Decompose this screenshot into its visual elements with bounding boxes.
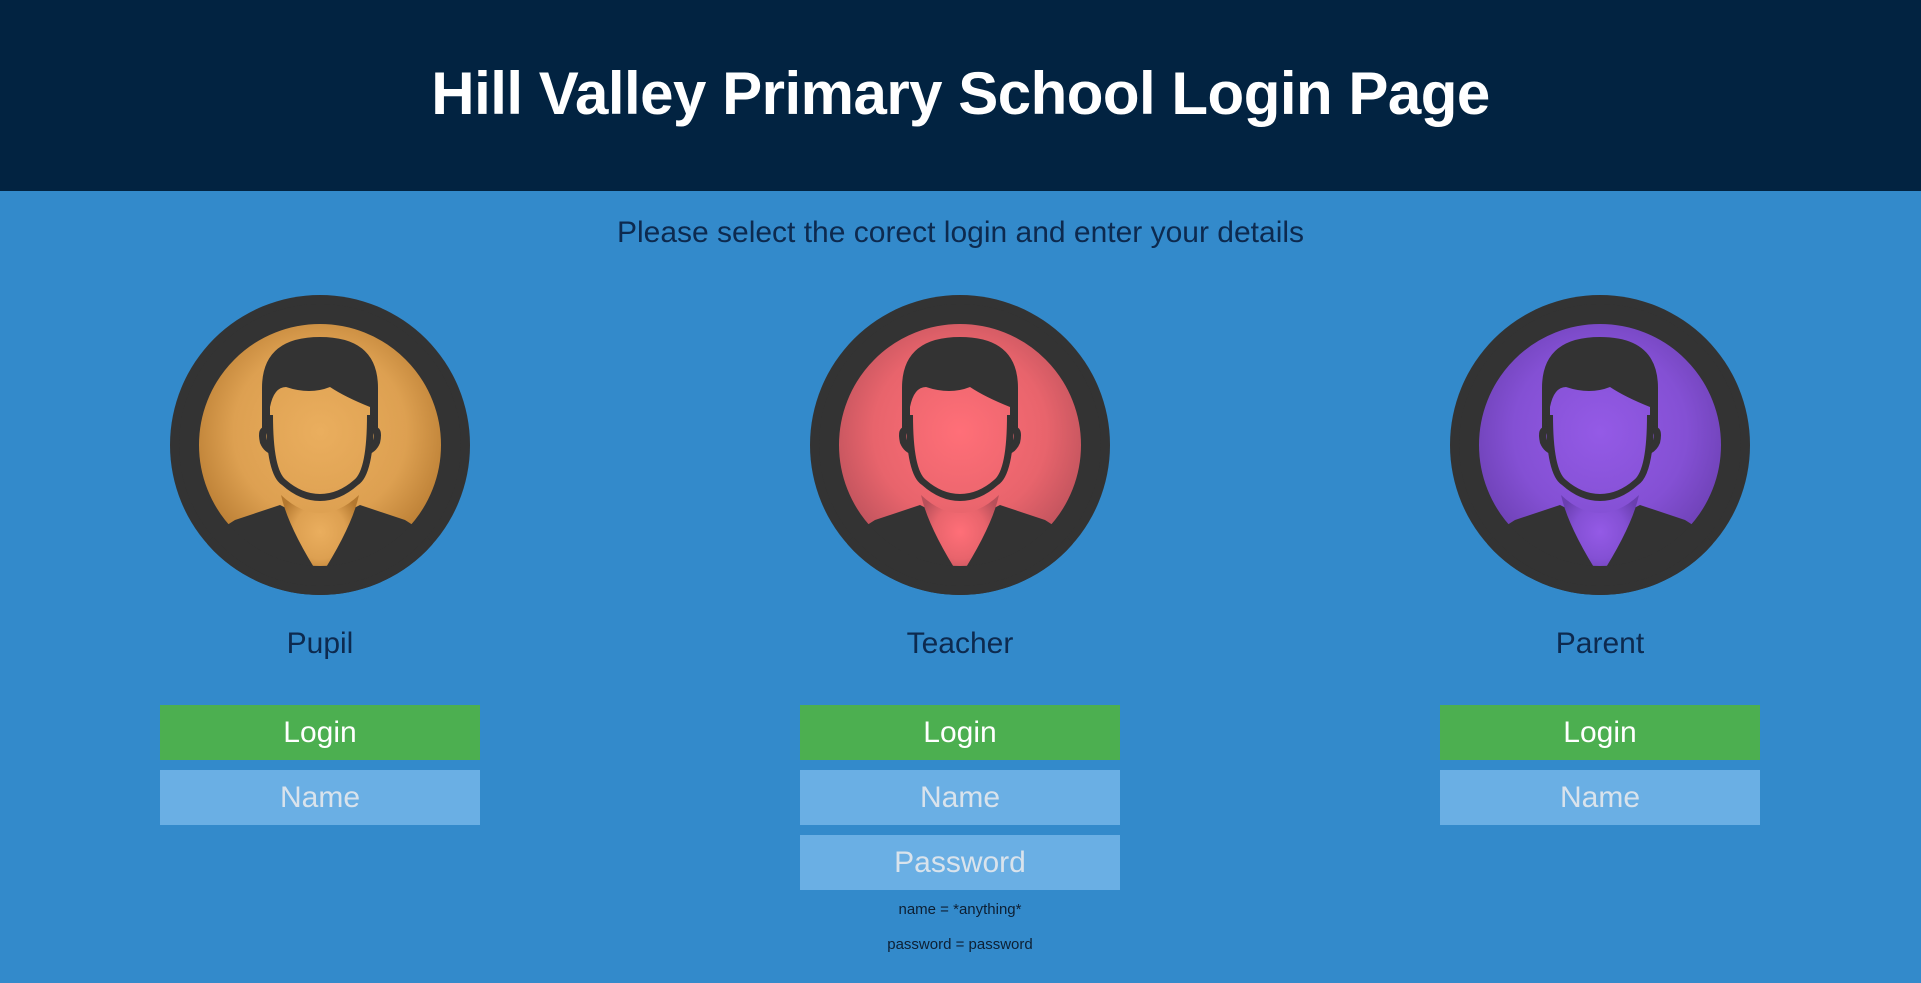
page-subtitle: Please select the corect login and enter… [616, 216, 1305, 249]
parent-name-input[interactable] [1440, 770, 1760, 825]
pupil-name-input[interactable] [160, 770, 480, 825]
user-silhouette-icon [1459, 304, 1741, 595]
page-header: Hill Valley Primary School Login Page [0, 0, 1921, 191]
parent-avatar[interactable] [1450, 295, 1750, 595]
pupil-role-label: Pupil [286, 627, 354, 660]
teacher-avatar[interactable] [810, 295, 1110, 595]
teacher-password-input[interactable] [800, 835, 1120, 890]
teacher-name-input[interactable] [800, 770, 1120, 825]
pupil-avatar[interactable] [170, 295, 470, 595]
parent-login-button[interactable]: Login [1440, 705, 1760, 760]
user-silhouette-icon [179, 304, 461, 595]
teacher-name-hint: name = *anything* [898, 901, 1022, 918]
user-silhouette-icon [819, 304, 1101, 595]
parent-role-label: Parent [1555, 627, 1645, 660]
teacher-login-button[interactable]: Login [800, 705, 1120, 760]
teacher-role-label: Teacher [906, 627, 1014, 660]
teacher-password-hint: password = password [887, 936, 1033, 953]
pupil-login-button[interactable]: Login [160, 705, 480, 760]
page-title: Hill Valley Primary School Login Page [431, 60, 1490, 127]
